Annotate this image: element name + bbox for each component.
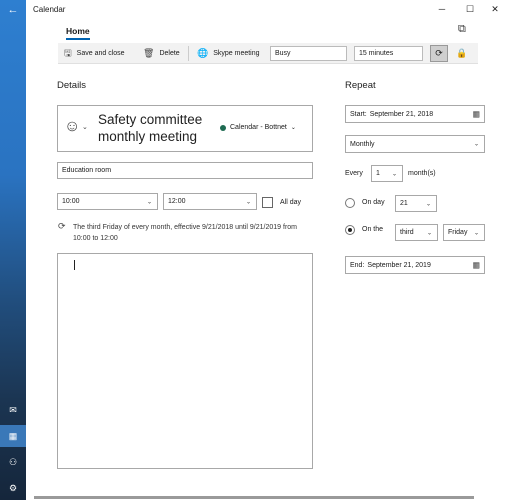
tab-home-underline <box>66 38 90 40</box>
on-day-dropdown[interactable]: 21 ⌄ <box>395 195 437 212</box>
skype-globe-icon: 🌐 <box>197 48 209 58</box>
show-as-dropdown[interactable]: Busy <box>270 46 347 61</box>
horizontal-scrollbar[interactable] <box>34 496 474 499</box>
window-title: Calendar <box>33 4 66 14</box>
every-interval-value: 1 <box>376 170 380 177</box>
recurrence-icon: ⟳ <box>58 221 66 231</box>
text-caret <box>74 260 75 270</box>
repeat-end-value: September 21, 2019 <box>367 261 431 269</box>
chevron-down-icon[interactable]: ⌄ <box>82 123 88 131</box>
on-the-weekday-value: Friday <box>448 229 468 236</box>
end-time-value: 12:00 <box>168 198 186 205</box>
close-icon[interactable]: ✕ <box>481 0 509 18</box>
every-unit-label: month(s) <box>408 170 436 177</box>
every-label: Every <box>345 170 363 177</box>
chevron-down-icon: ⌄ <box>426 230 432 236</box>
navigation-rail: ← ✉ ▦ ⚇ ⚙ <box>0 0 26 500</box>
every-interval-dropdown[interactable]: 1 ⌄ <box>371 165 403 182</box>
details-heading: Details <box>57 80 87 91</box>
on-the-radio[interactable] <box>345 225 355 235</box>
delete-label: Delete <box>159 50 180 57</box>
repeat-start-date-picker[interactable]: Start: September 21, 2018 ▦ <box>345 105 485 123</box>
back-arrow-icon[interactable]: ← <box>0 0 26 20</box>
save-icon: 🖫 <box>64 47 72 58</box>
on-day-value: 21 <box>400 200 408 207</box>
emoji-smile-icon[interactable]: ☺ <box>64 118 80 136</box>
recurrence-summary: The third Friday of every month, effecti… <box>73 224 297 242</box>
location-input[interactable]: Education room <box>57 162 313 179</box>
all-day-label: All day <box>280 199 302 206</box>
repeat-end-label: End: <box>350 261 365 269</box>
event-subject[interactable]: Safety committee monthly meeting <box>98 111 218 145</box>
on-the-ordinal-dropdown[interactable]: third ⌄ <box>395 224 438 241</box>
start-time-value: 10:00 <box>62 198 80 205</box>
chevron-down-icon: ⌄ <box>425 201 431 207</box>
repeat-heading: Repeat <box>345 80 376 91</box>
chevron-down-icon: ⌄ <box>391 171 397 177</box>
minimize-icon[interactable]: ─ <box>428 0 456 18</box>
toolbar: 🖫 Save and close 🗑 Delete 🌐 Skype meetin… <box>58 43 478 64</box>
on-the-label: On the <box>362 226 384 233</box>
lock-icon[interactable]: 🔒 <box>456 45 468 62</box>
on-day-label: On day <box>362 199 385 206</box>
people-icon[interactable]: ⚇ <box>0 451 26 473</box>
notes-textarea[interactable] <box>57 253 313 469</box>
repeat-sync-icon[interactable]: ⟳ <box>430 45 448 62</box>
chevron-down-icon: ⌄ <box>245 199 251 205</box>
reminder-dropdown[interactable]: 15 minutes <box>354 46 423 61</box>
all-day-checkbox[interactable] <box>262 197 273 208</box>
calendar-icon[interactable]: ▦ <box>0 425 26 447</box>
toolbar-divider <box>188 46 189 61</box>
popout-icon[interactable]: ⧉ <box>458 23 470 35</box>
calendar-name: Calendar - Bottnet <box>230 124 287 131</box>
on-the-ordinal-value: third <box>400 229 414 236</box>
calendar-selector[interactable]: Calendar - Bottnet ⌄ <box>220 124 296 131</box>
tab-home[interactable]: Home <box>66 26 90 36</box>
repeat-start-value: September 21, 2018 <box>369 110 434 118</box>
trash-icon: 🗑 <box>143 48 155 58</box>
start-time-dropdown[interactable]: 10:00 ⌄ <box>57 193 158 210</box>
skype-meeting-button[interactable]: 🌐 Skype meeting <box>197 43 260 64</box>
repeat-frequency-dropdown[interactable]: Monthly ⌄ <box>345 135 485 153</box>
skype-meeting-label: Skype meeting <box>213 50 260 57</box>
delete-button[interactable]: 🗑 Delete <box>143 43 180 64</box>
calendar-picker-icon: ▦ <box>472 109 480 119</box>
settings-gear-icon[interactable]: ⚙ <box>0 477 26 499</box>
chevron-down-icon: ⌄ <box>473 141 479 148</box>
mail-icon[interactable]: ✉ <box>0 399 26 421</box>
calendar-color-dot <box>220 124 226 131</box>
subject-box: ☺ ⌄ Safety committee monthly meeting Cal… <box>57 105 313 152</box>
save-and-close-label: Save and close <box>76 50 125 57</box>
maximize-icon[interactable]: ☐ <box>456 0 484 18</box>
calendar-picker-icon: ▦ <box>472 260 480 270</box>
save-and-close-button[interactable]: 🖫 Save and close <box>64 43 125 64</box>
end-time-dropdown[interactable]: 12:00 ⌄ <box>163 193 257 210</box>
repeat-start-label: Start: <box>350 110 367 118</box>
repeat-frequency-value: Monthly <box>350 140 375 148</box>
repeat-end-date-picker[interactable]: End: September 21, 2019 ▦ <box>345 256 485 274</box>
chevron-down-icon: ⌄ <box>473 230 479 236</box>
on-day-radio[interactable] <box>345 198 355 208</box>
chevron-down-icon: ⌄ <box>290 125 296 131</box>
chevron-down-icon: ⌄ <box>146 199 152 205</box>
on-the-weekday-dropdown[interactable]: Friday ⌄ <box>443 224 485 241</box>
